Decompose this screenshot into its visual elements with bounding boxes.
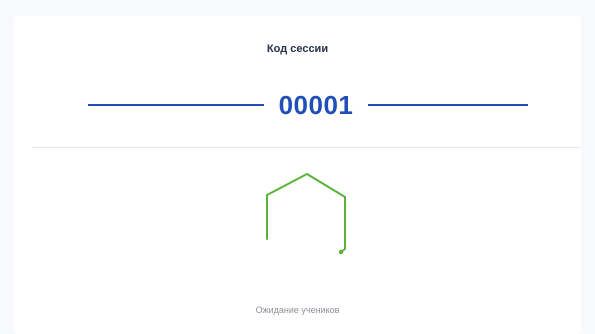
code-right-line [368,104,528,106]
session-code-title: Код сессии [266,43,329,55]
session-code-row: 00001 [14,90,581,120]
session-card: Код сессии 00001 Ожидание учеников [14,16,581,334]
waiting-status-text: Ожидание учеников [255,305,340,315]
divider [32,147,581,148]
loading-hexagon-icon [249,167,359,262]
code-left-line [88,104,264,106]
session-code: 00001 [278,90,354,120]
